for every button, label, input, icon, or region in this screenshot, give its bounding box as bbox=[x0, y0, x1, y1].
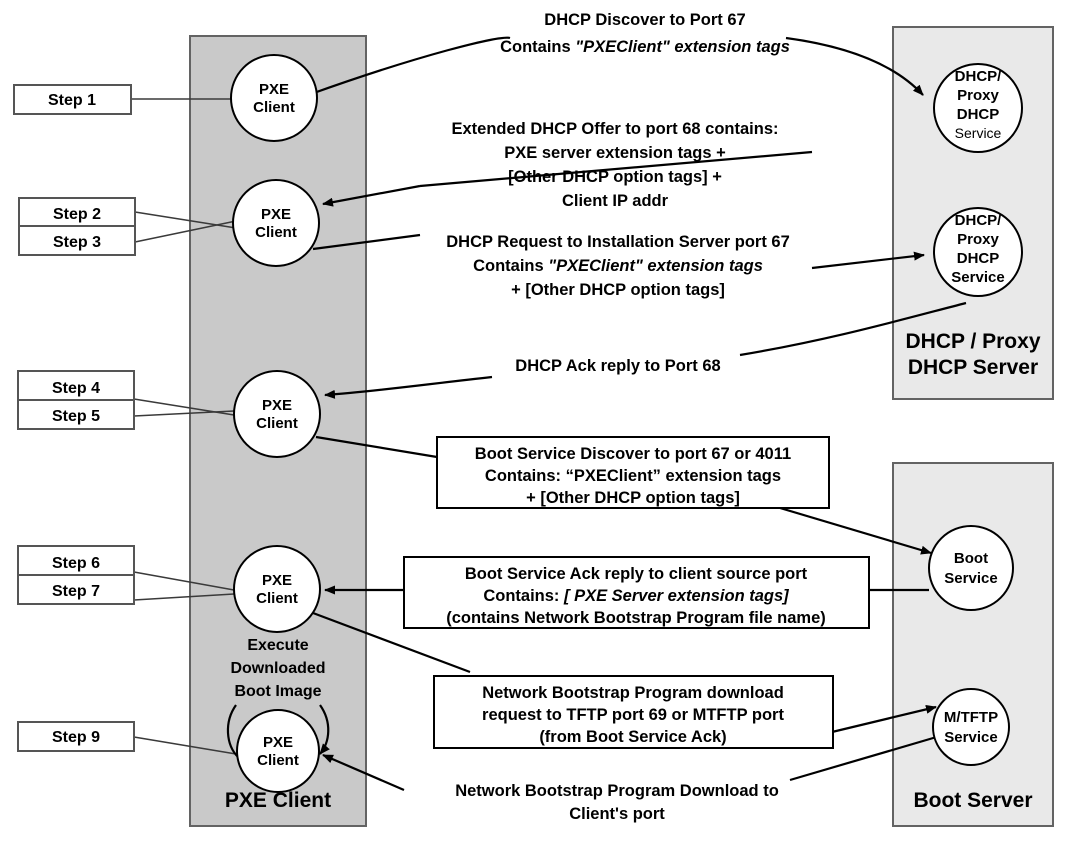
message-dhcp-request-line1: DHCP Request to Installation Server port… bbox=[446, 233, 790, 251]
server-node-dhcp-1-line2: Proxy bbox=[957, 87, 999, 104]
message-nbp-download: Network Bootstrap Program Download to Cl… bbox=[455, 782, 779, 823]
svg-text:Contains: [ PXE Server extensi: Contains: [ PXE Server extension tags] bbox=[483, 587, 789, 605]
server-node-boot-service[interactable]: Boot Service bbox=[928, 525, 1014, 611]
message-dhcp-ack: DHCP Ack reply to Port 68 bbox=[515, 357, 720, 375]
message-dhcp-request: DHCP Request to Installation Server port… bbox=[446, 233, 790, 299]
message-dhcp-request-line2-run2: "PXEClient" extension tags bbox=[548, 257, 763, 275]
step-4-label: Step 4 bbox=[52, 380, 100, 397]
message-dhcp-request-line2-run1: Contains bbox=[473, 257, 548, 275]
server-node-mtftp-service[interactable]: M/TFTP Service bbox=[932, 688, 1010, 766]
svg-text:Contains "PXEClient" extensio: Contains "PXEClient" extension tags bbox=[500, 38, 790, 56]
message-dhcp-discover: DHCP Discover to Port 67 Contains "PXECl… bbox=[500, 11, 790, 56]
client-node-4[interactable]: PXE Client bbox=[233, 545, 321, 633]
message-boot-service-ack-line2-run1: Contains: bbox=[483, 587, 564, 605]
client-node-5[interactable]: PXE Client bbox=[236, 709, 320, 793]
message-nbp-download-request-line3: (from Boot Service Ack) bbox=[539, 728, 726, 746]
message-boot-service-discover-line2: Contains: “PXEClient” extension tags bbox=[485, 467, 781, 485]
message-nbp-download-line2: Client's port bbox=[569, 805, 665, 823]
client-node-4-line2: Client bbox=[256, 590, 298, 607]
server-node-dhcp-1-line4: Service bbox=[955, 125, 1002, 141]
client-node-1-line1: PXE bbox=[259, 81, 289, 98]
step-3-label: Step 3 bbox=[53, 234, 101, 251]
server-node-dhcp-2-line2: Proxy bbox=[957, 231, 999, 248]
pxe-boot-sequence-diagram: PXE Client DHCP / Proxy DHCP Server Boot… bbox=[13, 11, 1054, 827]
server-node-dhcp-2[interactable]: DHCP/ Proxy DHCP Service bbox=[933, 207, 1023, 297]
server-node-mtftp-service-line2: Service bbox=[944, 729, 997, 746]
message-boot-service-discover-line3: + [Other DHCP option tags] bbox=[526, 489, 740, 507]
server-node-boot-service-line1: Boot bbox=[954, 550, 988, 567]
step-6-label: Step 6 bbox=[52, 555, 100, 572]
client-node-2-line1: PXE bbox=[261, 206, 291, 223]
client-node-1-line2: Client bbox=[253, 99, 295, 116]
client-node-2-line2: Client bbox=[255, 224, 297, 241]
message-extended-dhcp-offer-line1: Extended DHCP Offer to port 68 contains: bbox=[452, 120, 779, 138]
message-boot-service-ack-line2-run2: [ PXE Server extension tags] bbox=[563, 587, 789, 605]
step-5-label: Step 5 bbox=[52, 408, 100, 425]
server-node-dhcp-2-line1: DHCP/ bbox=[955, 212, 1003, 229]
client-node-3-line1: PXE bbox=[262, 397, 292, 414]
step-box-2-3[interactable]: Step 2 Step 3 bbox=[18, 197, 136, 256]
message-boot-service-discover: Boot Service Discover to port 67 or 4011… bbox=[436, 436, 830, 509]
step-box-4-5[interactable]: Step 4 Step 5 bbox=[17, 370, 135, 430]
step-2-label: Step 2 bbox=[53, 206, 101, 223]
server-node-dhcp-1[interactable]: DHCP/ Proxy DHCP Service bbox=[933, 63, 1023, 153]
server-node-boot-service-line2: Service bbox=[944, 570, 997, 587]
message-extended-dhcp-offer: Extended DHCP Offer to port 68 contains:… bbox=[452, 120, 779, 210]
message-dhcp-request-line3: + [Other DHCP option tags] bbox=[511, 281, 725, 299]
message-boot-service-ack: Boot Service Ack reply to client source … bbox=[403, 556, 870, 629]
step-9-label: Step 9 bbox=[52, 729, 100, 746]
message-nbp-download-request-line2: request to TFTP port 69 or MTFTP port bbox=[482, 706, 784, 724]
client-node-3[interactable]: PXE Client bbox=[233, 370, 321, 458]
message-dhcp-discover-line1: DHCP Discover to Port 67 bbox=[544, 11, 745, 29]
message-dhcp-ack-line1: DHCP Ack reply to Port 68 bbox=[515, 357, 720, 375]
message-nbp-download-line1: Network Bootstrap Program Download to bbox=[455, 782, 779, 800]
svg-text:Contains "PXEClient" extensio: Contains "PXEClient" extension tags bbox=[473, 257, 763, 275]
boot-server-column: Boot Server bbox=[892, 462, 1054, 827]
step-7-label: Step 7 bbox=[52, 583, 100, 600]
client-node-4-line1: PXE bbox=[262, 572, 292, 589]
step-box-6-7[interactable]: Step 6 Step 7 bbox=[17, 545, 135, 605]
message-boot-service-discover-line1: Boot Service Discover to port 67 or 4011 bbox=[475, 445, 791, 463]
client-node-5-line2: Client bbox=[257, 752, 299, 769]
message-extended-dhcp-offer-line3: [Other DHCP option tags] + bbox=[508, 168, 722, 186]
dhcp-server-label-line2: DHCP Server bbox=[908, 356, 1038, 379]
message-extended-dhcp-offer-line4: Client IP addr bbox=[562, 192, 669, 210]
server-node-mtftp-service-line1: M/TFTP bbox=[944, 709, 998, 726]
message-boot-service-ack-line1: Boot Service Ack reply to client source … bbox=[465, 565, 808, 583]
client-node-3-line2: Client bbox=[256, 415, 298, 432]
dhcp-server-label-line1: DHCP / Proxy bbox=[906, 330, 1041, 353]
server-node-dhcp-1-line3: DHCP bbox=[957, 106, 1000, 123]
message-extended-dhcp-offer-line2: PXE server extension tags + bbox=[504, 144, 726, 162]
step-box-9[interactable]: Step 9 bbox=[17, 721, 135, 752]
step-box-1[interactable]: Step 1 bbox=[13, 84, 132, 115]
execute-line2: Downloaded bbox=[230, 660, 325, 677]
step-1-label: Step 1 bbox=[48, 92, 96, 109]
message-boot-service-ack-line3: (contains Network Bootstrap Program file… bbox=[446, 609, 826, 627]
message-nbp-download-request: Network Bootstrap Program download reque… bbox=[433, 675, 834, 749]
message-dhcp-discover-line2-run1: Contains bbox=[500, 38, 575, 56]
message-nbp-download-request-line1: Network Bootstrap Program download bbox=[482, 684, 784, 702]
server-node-dhcp-1-line1: DHCP/ bbox=[955, 68, 1003, 85]
server-node-dhcp-2-line3: DHCP bbox=[957, 250, 1000, 267]
client-node-1[interactable]: PXE Client bbox=[230, 54, 318, 142]
execute-line1: Execute bbox=[247, 637, 308, 654]
client-node-2[interactable]: PXE Client bbox=[232, 179, 320, 267]
message-dhcp-discover-line2-run2: "PXEClient" extension tags bbox=[575, 38, 790, 56]
server-node-dhcp-2-line4: Service bbox=[951, 269, 1004, 286]
boot-server-label: Boot Server bbox=[913, 789, 1032, 812]
client-node-5-line1: PXE bbox=[263, 734, 293, 751]
execute-line3: Boot Image bbox=[234, 683, 321, 700]
